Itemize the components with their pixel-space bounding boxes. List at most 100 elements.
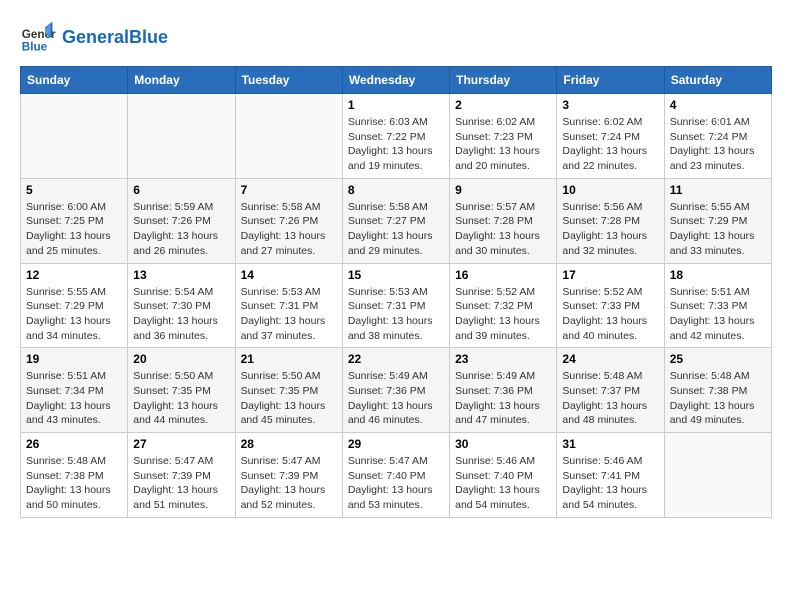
day-info: Sunrise: 5:46 AMSunset: 7:41 PMDaylight:… <box>562 454 658 513</box>
day-info: Sunrise: 5:55 AMSunset: 7:29 PMDaylight:… <box>26 285 122 344</box>
header-sunday: Sunday <box>21 67 128 94</box>
day-number: 22 <box>348 352 444 366</box>
logo: General Blue GeneralBlue <box>20 20 168 56</box>
day-info: Sunrise: 5:46 AMSunset: 7:40 PMDaylight:… <box>455 454 551 513</box>
day-info: Sunrise: 6:00 AMSunset: 7:25 PMDaylight:… <box>26 200 122 259</box>
day-info: Sunrise: 6:01 AMSunset: 7:24 PMDaylight:… <box>670 115 766 174</box>
day-number: 15 <box>348 268 444 282</box>
week-row-2: 5 Sunrise: 6:00 AMSunset: 7:25 PMDaylight… <box>21 178 772 263</box>
day-number: 10 <box>562 183 658 197</box>
day-number: 29 <box>348 437 444 451</box>
calendar-header-row: SundayMondayTuesdayWednesdayThursdayFrid… <box>21 67 772 94</box>
day-cell: 16 Sunrise: 5:52 AMSunset: 7:32 PMDayligh… <box>450 263 557 348</box>
day-cell: 30 Sunrise: 5:46 AMSunset: 7:40 PMDayligh… <box>450 433 557 518</box>
day-info: Sunrise: 5:53 AMSunset: 7:31 PMDaylight:… <box>348 285 444 344</box>
day-number: 20 <box>133 352 229 366</box>
day-info: Sunrise: 5:48 AMSunset: 7:38 PMDaylight:… <box>26 454 122 513</box>
day-info: Sunrise: 6:02 AMSunset: 7:23 PMDaylight:… <box>455 115 551 174</box>
day-info: Sunrise: 5:49 AMSunset: 7:36 PMDaylight:… <box>348 369 444 428</box>
calendar-table: SundayMondayTuesdayWednesdayThursdayFrid… <box>20 66 772 518</box>
day-number: 2 <box>455 98 551 112</box>
svg-text:Blue: Blue <box>22 41 48 54</box>
header-wednesday: Wednesday <box>342 67 449 94</box>
day-cell: 19Sunrise: 5:51 AMSunset: 7:34 PMDayligh… <box>21 348 128 433</box>
day-info: Sunrise: 5:53 AMSunset: 7:31 PMDaylight:… <box>241 285 337 344</box>
day-cell: 28 Sunrise: 5:47 AMSunset: 7:39 PMDayligh… <box>235 433 342 518</box>
day-number: 28 <box>241 437 337 451</box>
day-cell: 9 Sunrise: 5:57 AMSunset: 7:28 PMDaylight… <box>450 178 557 263</box>
day-cell: 3Sunrise: 6:02 AMSunset: 7:24 PMDaylight… <box>557 94 664 179</box>
day-cell: 17 Sunrise: 5:52 AMSunset: 7:33 PMDayligh… <box>557 263 664 348</box>
day-number: 30 <box>455 437 551 451</box>
page-header: General Blue GeneralBlue <box>20 20 772 56</box>
day-info: Sunrise: 6:03 AMSunset: 7:22 PMDaylight:… <box>348 115 444 174</box>
day-cell <box>664 433 771 518</box>
day-cell: 4 Sunrise: 6:01 AMSunset: 7:24 PMDaylight… <box>664 94 771 179</box>
day-cell: 29Sunrise: 5:47 AMSunset: 7:40 PMDayligh… <box>342 433 449 518</box>
day-number: 18 <box>670 268 766 282</box>
day-info: Sunrise: 5:48 AMSunset: 7:37 PMDaylight:… <box>562 369 658 428</box>
day-cell: 22 Sunrise: 5:49 AMSunset: 7:36 PMDayligh… <box>342 348 449 433</box>
day-number: 1 <box>348 98 444 112</box>
day-cell: 6 Sunrise: 5:59 AMSunset: 7:26 PMDaylight… <box>128 178 235 263</box>
day-info: Sunrise: 5:52 AMSunset: 7:33 PMDaylight:… <box>562 285 658 344</box>
day-number: 14 <box>241 268 337 282</box>
day-cell: 12 Sunrise: 5:55 AMSunset: 7:29 PMDayligh… <box>21 263 128 348</box>
day-cell: 24 Sunrise: 5:48 AMSunset: 7:37 PMDayligh… <box>557 348 664 433</box>
day-cell: 15 Sunrise: 5:53 AMSunset: 7:31 PMDayligh… <box>342 263 449 348</box>
day-number: 21 <box>241 352 337 366</box>
day-info: Sunrise: 5:56 AMSunset: 7:28 PMDaylight:… <box>562 200 658 259</box>
day-cell <box>235 94 342 179</box>
day-info: Sunrise: 5:49 AMSunset: 7:36 PMDaylight:… <box>455 369 551 428</box>
day-info: Sunrise: 5:48 AMSunset: 7:38 PMDaylight:… <box>670 369 766 428</box>
day-number: 24 <box>562 352 658 366</box>
day-info: Sunrise: 5:52 AMSunset: 7:32 PMDaylight:… <box>455 285 551 344</box>
day-number: 26 <box>26 437 122 451</box>
day-cell: 20 Sunrise: 5:50 AMSunset: 7:35 PMDayligh… <box>128 348 235 433</box>
day-number: 27 <box>133 437 229 451</box>
day-number: 7 <box>241 183 337 197</box>
day-info: Sunrise: 5:51 AMSunset: 7:33 PMDaylight:… <box>670 285 766 344</box>
day-cell: 8Sunrise: 5:58 AMSunset: 7:27 PMDaylight… <box>342 178 449 263</box>
day-cell <box>21 94 128 179</box>
day-info: Sunrise: 5:55 AMSunset: 7:29 PMDaylight:… <box>670 200 766 259</box>
day-number: 12 <box>26 268 122 282</box>
day-cell: 2 Sunrise: 6:02 AMSunset: 7:23 PMDaylight… <box>450 94 557 179</box>
day-number: 13 <box>133 268 229 282</box>
day-info: Sunrise: 5:57 AMSunset: 7:28 PMDaylight:… <box>455 200 551 259</box>
day-number: 8 <box>348 183 444 197</box>
day-cell: 23Sunrise: 5:49 AMSunset: 7:36 PMDayligh… <box>450 348 557 433</box>
day-number: 31 <box>562 437 658 451</box>
week-row-5: 26 Sunrise: 5:48 AMSunset: 7:38 PMDayligh… <box>21 433 772 518</box>
week-row-3: 12 Sunrise: 5:55 AMSunset: 7:29 PMDayligh… <box>21 263 772 348</box>
day-cell: 27Sunrise: 5:47 AMSunset: 7:39 PMDayligh… <box>128 433 235 518</box>
day-number: 25 <box>670 352 766 366</box>
day-cell: 13Sunrise: 5:54 AMSunset: 7:30 PMDayligh… <box>128 263 235 348</box>
week-row-4: 19Sunrise: 5:51 AMSunset: 7:34 PMDayligh… <box>21 348 772 433</box>
day-number: 16 <box>455 268 551 282</box>
day-info: Sunrise: 5:50 AMSunset: 7:35 PMDaylight:… <box>133 369 229 428</box>
header-thursday: Thursday <box>450 67 557 94</box>
week-row-1: 1 Sunrise: 6:03 AMSunset: 7:22 PMDaylight… <box>21 94 772 179</box>
day-cell: 11 Sunrise: 5:55 AMSunset: 7:29 PMDayligh… <box>664 178 771 263</box>
day-info: Sunrise: 5:47 AMSunset: 7:39 PMDaylight:… <box>241 454 337 513</box>
day-info: Sunrise: 5:50 AMSunset: 7:35 PMDaylight:… <box>241 369 337 428</box>
day-number: 17 <box>562 268 658 282</box>
day-number: 4 <box>670 98 766 112</box>
day-cell: 21 Sunrise: 5:50 AMSunset: 7:35 PMDayligh… <box>235 348 342 433</box>
day-cell: 26 Sunrise: 5:48 AMSunset: 7:38 PMDayligh… <box>21 433 128 518</box>
day-cell: 1 Sunrise: 6:03 AMSunset: 7:22 PMDaylight… <box>342 94 449 179</box>
day-info: Sunrise: 5:59 AMSunset: 7:26 PMDaylight:… <box>133 200 229 259</box>
day-cell: 14 Sunrise: 5:53 AMSunset: 7:31 PMDayligh… <box>235 263 342 348</box>
day-info: Sunrise: 5:58 AMSunset: 7:26 PMDaylight:… <box>241 200 337 259</box>
day-number: 19 <box>26 352 122 366</box>
header-tuesday: Tuesday <box>235 67 342 94</box>
day-cell: 31 Sunrise: 5:46 AMSunset: 7:41 PMDayligh… <box>557 433 664 518</box>
header-monday: Monday <box>128 67 235 94</box>
header-friday: Friday <box>557 67 664 94</box>
day-number: 9 <box>455 183 551 197</box>
day-number: 6 <box>133 183 229 197</box>
day-number: 5 <box>26 183 122 197</box>
logo-icon: General Blue <box>20 20 56 56</box>
day-number: 11 <box>670 183 766 197</box>
